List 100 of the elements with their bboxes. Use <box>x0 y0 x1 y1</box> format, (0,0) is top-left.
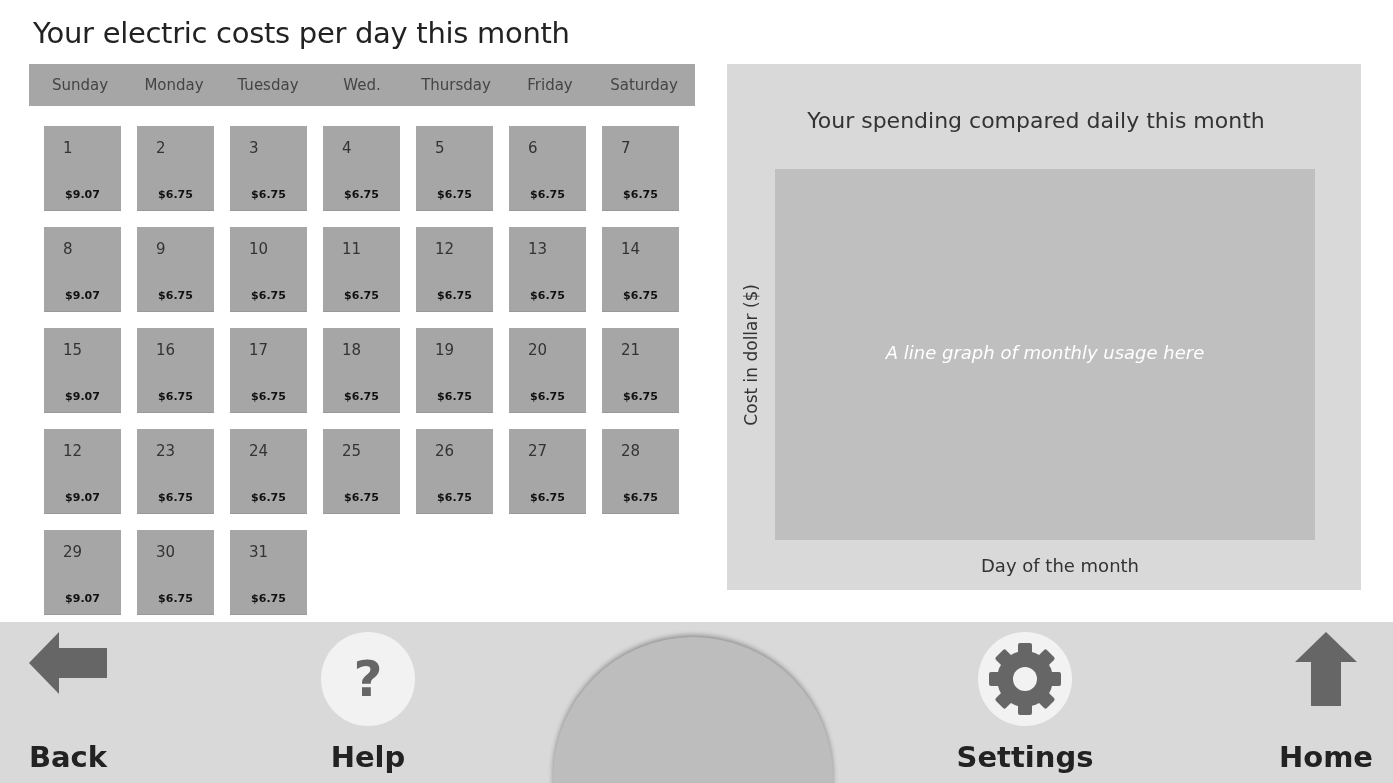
day-tile[interactable]: 29 $9.07 <box>44 530 121 615</box>
day-number: 6 <box>527 139 539 157</box>
day-tile[interactable]: 1 $9.07 <box>44 126 121 211</box>
day-number: 30 <box>155 543 177 561</box>
day-number: 28 <box>620 442 642 460</box>
day-tile[interactable]: 17 $6.75 <box>230 328 307 413</box>
day-tile[interactable]: 7 $6.75 <box>602 126 679 211</box>
day-tile[interactable]: 16 $6.75 <box>137 328 214 413</box>
day-number: 16 <box>155 341 177 359</box>
weekday-label: Monday <box>143 76 205 94</box>
day-number: 31 <box>248 543 270 561</box>
weekday-label: Wed. <box>342 76 382 94</box>
day-tile[interactable]: 5 $6.75 <box>416 126 493 211</box>
day-tile[interactable]: 12 $6.75 <box>416 227 493 312</box>
day-tile[interactable]: 10 $6.75 <box>230 227 307 312</box>
page-title: Your electric costs per day this month <box>32 15 571 52</box>
day-cost: $6.75 <box>622 390 659 403</box>
day-cost: $6.75 <box>622 188 659 201</box>
day-number: 3 <box>248 139 260 157</box>
day-cost: $6.75 <box>157 390 194 403</box>
day-cost: $6.75 <box>250 390 287 403</box>
day-number: 27 <box>527 442 549 460</box>
day-number: 24 <box>248 442 270 460</box>
help-button[interactable]: ? Help <box>318 622 418 783</box>
day-tile[interactable]: 12 $9.07 <box>44 429 121 514</box>
back-button[interactable]: Back <box>28 622 108 783</box>
day-number: 4 <box>341 139 353 157</box>
day-cost: $6.75 <box>436 188 473 201</box>
day-tile[interactable]: 26 $6.75 <box>416 429 493 514</box>
day-number: 23 <box>155 442 177 460</box>
y-axis-label: Cost in dollar ($) <box>741 283 761 426</box>
placeholder-text: A line graph of monthly usage here <box>885 342 1205 363</box>
help-icon: ? <box>321 632 415 726</box>
day-cost: $9.07 <box>64 491 101 504</box>
day-number: 1 <box>62 139 74 157</box>
day-tile[interactable]: 30 $6.75 <box>137 530 214 615</box>
day-tile[interactable]: 11 $6.75 <box>323 227 400 312</box>
day-cost: $6.75 <box>250 188 287 201</box>
day-cost: $6.75 <box>529 390 566 403</box>
day-cost: $6.75 <box>250 289 287 302</box>
day-number: 5 <box>434 139 446 157</box>
day-tile[interactable]: 23 $6.75 <box>137 429 214 514</box>
day-tile[interactable]: 15 $9.07 <box>44 328 121 413</box>
day-cost: $6.75 <box>250 491 287 504</box>
chart-title: Your spending compared daily this month <box>806 107 1266 135</box>
day-tile[interactable]: 19 $6.75 <box>416 328 493 413</box>
settings-icon <box>978 632 1072 726</box>
left-arrow-icon <box>29 632 107 694</box>
day-tile[interactable]: 6 $6.75 <box>509 126 586 211</box>
day-cost: $9.07 <box>64 188 101 201</box>
day-cost: $6.75 <box>343 289 380 302</box>
day-cost: $6.75 <box>529 491 566 504</box>
day-tile[interactable]: 24 $6.75 <box>230 429 307 514</box>
day-tile[interactable]: 31 $6.75 <box>230 530 307 615</box>
day-cost: $6.75 <box>343 491 380 504</box>
day-tile[interactable]: 9 $6.75 <box>137 227 214 312</box>
day-number: 8 <box>62 240 74 258</box>
day-tile[interactable]: 28 $6.75 <box>602 429 679 514</box>
home-button[interactable]: Home <box>1276 622 1376 783</box>
day-tile[interactable]: 20 $6.75 <box>509 328 586 413</box>
day-number: 12 <box>434 240 456 258</box>
day-cost: $6.75 <box>436 390 473 403</box>
day-number: 21 <box>620 341 642 359</box>
day-tile[interactable]: 27 $6.75 <box>509 429 586 514</box>
day-number: 7 <box>620 139 632 157</box>
day-tile[interactable]: 8 $9.07 <box>44 227 121 312</box>
weekday-label: Thursday <box>420 76 492 94</box>
day-cost: $6.75 <box>529 289 566 302</box>
day-number: 17 <box>248 341 270 359</box>
day-number: 29 <box>62 543 84 561</box>
day-tile[interactable]: 14 $6.75 <box>602 227 679 312</box>
day-cost: $6.75 <box>436 289 473 302</box>
day-tile[interactable]: 25 $6.75 <box>323 429 400 514</box>
weekday-label: Saturday <box>609 76 679 94</box>
day-cost: $6.75 <box>622 289 659 302</box>
day-number: 14 <box>620 240 642 258</box>
day-tile[interactable]: 21 $6.75 <box>602 328 679 413</box>
day-tile[interactable]: 3 $6.75 <box>230 126 307 211</box>
day-cost: $6.75 <box>157 491 194 504</box>
day-cost: $6.75 <box>529 188 566 201</box>
day-number: 20 <box>527 341 549 359</box>
day-number: 25 <box>341 442 363 460</box>
day-cost: $6.75 <box>343 390 380 403</box>
day-tile[interactable]: 18 $6.75 <box>323 328 400 413</box>
weekday-label: Tuesday <box>236 76 300 94</box>
day-cost: $6.75 <box>250 592 287 605</box>
day-number: 26 <box>434 442 456 460</box>
weekday-label: Sunday <box>50 76 110 94</box>
day-cost: $6.75 <box>157 289 194 302</box>
day-number: 13 <box>527 240 549 258</box>
day-number: 15 <box>62 341 84 359</box>
day-tile[interactable]: 2 $6.75 <box>137 126 214 211</box>
day-tile[interactable]: 4 $6.75 <box>323 126 400 211</box>
day-tile[interactable]: 13 $6.75 <box>509 227 586 312</box>
day-cost: $9.07 <box>64 390 101 403</box>
day-number: 2 <box>155 139 167 157</box>
day-number: 10 <box>248 240 270 258</box>
x-axis-label: Day of the month <box>980 554 1140 578</box>
day-cost: $9.07 <box>64 289 101 302</box>
settings-button[interactable]: Settings <box>955 622 1095 783</box>
